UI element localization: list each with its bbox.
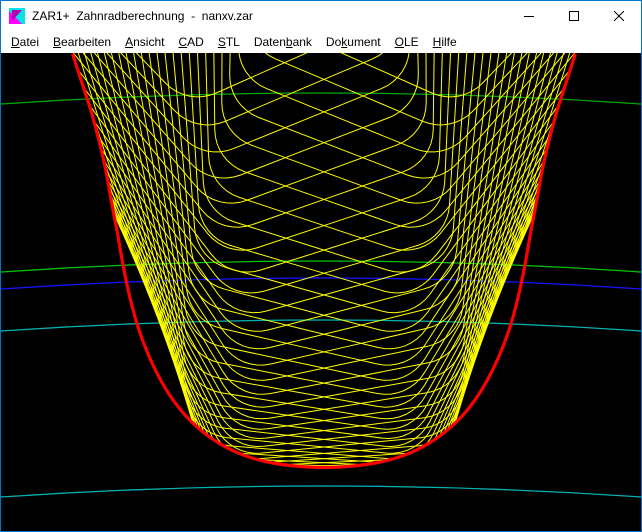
rack-cutter-curve xyxy=(18,53,641,439)
base-circle-arc xyxy=(1,320,641,331)
upper-pitch-arc xyxy=(1,261,641,272)
rack-cutter-curve xyxy=(1,53,410,152)
rack-cutter-curve xyxy=(136,53,641,313)
rack-cutter-curve xyxy=(248,53,641,125)
menu-item-ole[interactable]: OLE xyxy=(388,33,426,51)
app-icon[interactable] xyxy=(9,8,25,24)
menubar: DateiBearbeitenAnsichtCADSTLDatenbankDok… xyxy=(1,31,641,53)
menu-item-datei[interactable]: Datei xyxy=(4,33,46,51)
rack-cutter-curve xyxy=(1,53,512,313)
rack-cutter-curve xyxy=(230,53,641,178)
menu-item-cad[interactable]: CAD xyxy=(171,33,210,51)
rack-cutter-curve xyxy=(169,53,641,272)
window-controls xyxy=(506,1,641,31)
menu-item-ansicht[interactable]: Ansicht xyxy=(118,33,171,51)
rack-cutter-curve xyxy=(1,53,619,429)
close-button[interactable] xyxy=(596,1,641,31)
maximize-icon xyxy=(569,11,579,21)
rack-cutter-curve xyxy=(205,53,641,227)
rack-cutter-curve xyxy=(1,53,389,97)
menu-item-dokument[interactable]: Dokument xyxy=(319,33,388,51)
titlebar: ZAR1+ Zahnradberechnung - nanxv.zar xyxy=(1,1,641,31)
maximize-button[interactable] xyxy=(551,1,596,31)
menu-item-bearbeiten[interactable]: Bearbeiten xyxy=(46,33,118,51)
rack-cutter-curve xyxy=(29,53,641,429)
app-window: ZAR1+ Zahnradberechnung - nanxv.zar Date… xyxy=(0,0,642,532)
pitch-circle-arc xyxy=(1,278,641,289)
minimize-icon xyxy=(524,11,534,21)
minimize-button[interactable] xyxy=(506,1,551,31)
plot-area xyxy=(1,53,641,531)
root-circle-arc xyxy=(1,486,641,497)
window-title: ZAR1+ Zahnradberechnung - nanxv.zar xyxy=(32,9,506,23)
menu-item-hilfe[interactable]: Hilfe xyxy=(426,33,464,51)
rack-cutter-curve xyxy=(1,53,479,272)
rack-cutter-curve xyxy=(187,53,641,250)
menu-item-datenbank[interactable]: Datenbank xyxy=(247,33,319,51)
menu-item-stl[interactable]: STL xyxy=(211,33,247,51)
close-icon xyxy=(614,11,624,21)
gear-plot xyxy=(1,53,641,531)
rack-cutter-curve xyxy=(1,53,418,178)
